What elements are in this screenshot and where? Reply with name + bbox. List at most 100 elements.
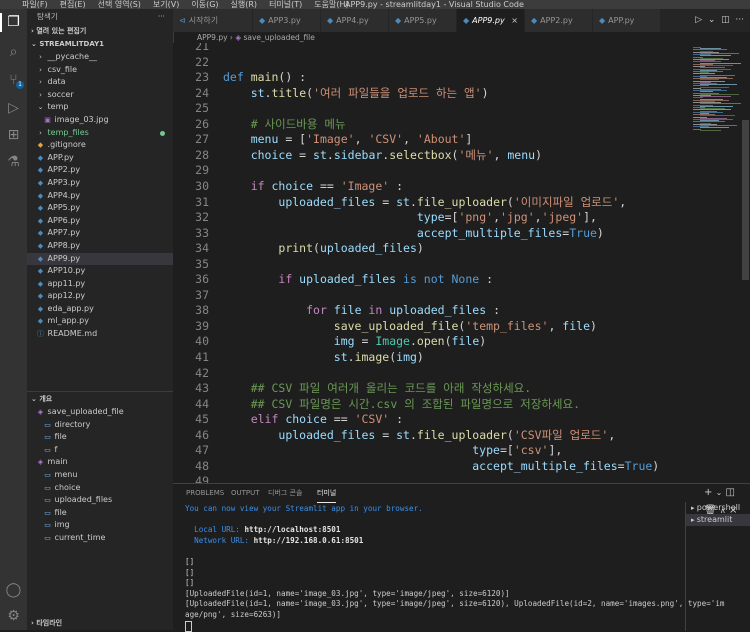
file-tree-item[interactable]: ◆ APP2.py xyxy=(27,164,173,177)
terminal-list-item[interactable]: ▸ powershell xyxy=(686,502,750,514)
chevron-down-icon[interactable]: ⌄ xyxy=(708,15,716,25)
python-file-icon: ◆ xyxy=(531,16,538,25)
timeline-section[interactable]: › 타임라인 xyxy=(27,617,177,630)
editor-tab[interactable]: ◆ APP9.py × xyxy=(457,9,525,32)
outline-item[interactable]: ▭ uploaded_files xyxy=(27,494,173,507)
testing-icon[interactable]: ⚗ xyxy=(4,153,23,172)
outline-item[interactable]: ◈ main xyxy=(27,456,173,469)
file-tree-item[interactable]: ◆ APP9.py xyxy=(27,252,173,266)
more-actions-icon[interactable]: ··· xyxy=(158,9,165,25)
code-line: 44 ## CSV 파일명은 시간.csv 의 조합된 파일명으로 저장하세요. xyxy=(173,397,683,413)
gear-icon[interactable]: ⚙ xyxy=(4,607,23,626)
git-file-icon: ◆ xyxy=(37,141,44,150)
file-tree-item[interactable]: ◆ APP.py xyxy=(27,152,173,165)
python-file-icon: ◆ xyxy=(37,204,44,213)
file-tree-item[interactable]: ◆ eda_app.py xyxy=(27,303,173,316)
file-tree-item[interactable]: ⓘ README.md xyxy=(27,328,173,341)
file-tree-item[interactable]: ◆ APP6.py xyxy=(27,215,173,228)
code-editor[interactable]: 21 22 23 def main() :24 st.title('여러 파일들을 업… xyxy=(173,43,683,483)
panel-tab[interactable]: 디버그 콘솔 xyxy=(268,484,302,502)
menu-item[interactable]: 편집(E) xyxy=(60,0,86,9)
file-tree-item[interactable]: › soccer xyxy=(27,89,173,102)
source-control-icon[interactable]: ⑂ 1 xyxy=(4,71,24,90)
close-icon[interactable]: × xyxy=(511,9,518,32)
code-token: =[ xyxy=(499,443,514,458)
run-icon[interactable]: ▷ xyxy=(695,15,702,25)
file-tree-item[interactable]: ▣ image_03.jpg xyxy=(27,114,173,127)
file-tree-item[interactable]: ◆ APP10.py xyxy=(27,265,173,278)
outline-item[interactable]: ▭ file xyxy=(27,507,173,520)
outline-item[interactable]: ▭ directory xyxy=(27,419,173,432)
file-tree-item[interactable]: ◆ APP4.py xyxy=(27,190,173,203)
terminal-url[interactable]: http://192.168.0.61:8501 xyxy=(254,536,364,545)
file-tree-item[interactable]: ◆ APP8.py xyxy=(27,240,173,253)
extensions-icon[interactable]: ⊞ xyxy=(4,126,23,145)
code-line: 36 if uploaded_files is not None : xyxy=(173,272,683,288)
menu-item[interactable]: 파일(F) xyxy=(22,0,48,9)
editor-tab[interactable]: ◆ APP2.py xyxy=(525,9,593,32)
editor-tab[interactable]: ◆ APP3.py xyxy=(253,9,321,32)
editor-scrollbar[interactable] xyxy=(742,120,749,280)
outline-item[interactable]: ▭ file xyxy=(27,431,173,444)
terminal-output[interactable]: You can now view your Streamlit app in y… xyxy=(185,504,724,632)
more-icon[interactable]: ··· xyxy=(735,15,744,25)
account-icon[interactable]: ◯ xyxy=(4,581,23,600)
open-editors-section[interactable]: › 열려 있는 편집기 xyxy=(27,25,173,38)
explorer-icon[interactable]: ❐ xyxy=(0,13,23,32)
file-tree-item[interactable]: ◆ .gitignore xyxy=(27,139,173,152)
breadcrumb-file[interactable]: APP9.py xyxy=(197,33,228,42)
item-label: menu xyxy=(52,469,78,479)
split-editor-icon[interactable]: ◫ xyxy=(721,15,730,25)
split-terminal-icon[interactable]: ◫ xyxy=(725,487,734,498)
file-tree-item[interactable]: › __pycache__ xyxy=(27,51,173,64)
code-line: 48 accept_multiple_files=True) xyxy=(173,459,683,475)
outline-item[interactable]: ▭ current_time xyxy=(27,532,173,545)
project-section[interactable]: ⌄ STREAMLITDAY1 xyxy=(27,38,173,51)
outline-item[interactable]: ▭ f xyxy=(27,444,173,457)
menu-item[interactable]: 선택 영역(S) xyxy=(98,0,141,9)
breadcrumb-symbol[interactable]: save_uploaded_file xyxy=(243,33,314,42)
file-tree-item[interactable]: › csv_file xyxy=(27,64,173,77)
editor-tab[interactable]: ◆ APP5.py xyxy=(389,9,457,32)
editor-tab[interactable]: ◆ APP.py xyxy=(593,9,661,32)
outline-item[interactable]: ▭ img xyxy=(27,519,173,532)
terminal-line: [] xyxy=(185,556,195,566)
panel-tab[interactable]: PROBLEMS xyxy=(186,484,224,502)
file-tree-item[interactable]: › temp_files xyxy=(27,127,173,140)
file-tree-item[interactable]: ◆ ml_app.py xyxy=(27,315,173,328)
file-tree-item[interactable]: ⌄ temp xyxy=(27,101,173,114)
chevron-down-icon[interactable]: ⌄ xyxy=(716,488,723,497)
panel-tab[interactable]: OUTPUT xyxy=(231,484,260,502)
outline-section[interactable]: ⌄ 개요 xyxy=(27,393,173,406)
item-label: APP9.py xyxy=(45,253,81,263)
breadcrumb: APP9.py › ◈ save_uploaded_file xyxy=(173,32,750,43)
code-line: 30 if choice == 'Image' : xyxy=(173,179,683,195)
file-tree-item[interactable]: ◆ app11.py xyxy=(27,278,173,291)
new-terminal-icon[interactable]: + xyxy=(704,487,712,498)
panel-tab[interactable]: 터미널 xyxy=(317,484,337,503)
file-tree-item[interactable]: ◆ APP5.py xyxy=(27,202,173,215)
menu-item[interactable]: 보기(V) xyxy=(153,0,179,9)
menu-item[interactable]: 실행(R) xyxy=(231,0,258,9)
file-tree-item[interactable]: ◆ APP7.py xyxy=(27,227,173,240)
file-tree-item[interactable]: › data xyxy=(27,76,173,89)
editor-tab[interactable]: ◆ APP4.py xyxy=(321,9,389,32)
code-token: file_uploader xyxy=(416,194,507,209)
outline-item[interactable]: ▭ choice xyxy=(27,482,173,495)
menu-item[interactable]: 터미널(T) xyxy=(269,0,302,9)
menu-item[interactable]: 이동(G) xyxy=(191,0,218,9)
terminal-url[interactable]: http://localhost:8501 xyxy=(244,525,340,534)
editor-tab[interactable]: ⊲ 시작하기 xyxy=(173,9,253,32)
terminal-list-item[interactable]: ▸ streamlit xyxy=(686,514,750,526)
outline-item[interactable]: ◈ save_uploaded_file xyxy=(27,406,173,419)
file-tree-item[interactable]: ◆ app12.py xyxy=(27,290,173,303)
code-token: = [ xyxy=(278,132,307,147)
minimap[interactable] xyxy=(683,43,750,483)
search-icon[interactable]: ⌕ xyxy=(4,43,23,62)
menu-item[interactable]: 도움말(H) xyxy=(314,0,348,9)
run-debug-icon[interactable]: ▷ xyxy=(4,99,23,118)
code-token: ) xyxy=(535,147,542,162)
outline-item[interactable]: ▭ menu xyxy=(27,469,173,482)
file-tree-item[interactable]: ◆ APP3.py xyxy=(27,177,173,190)
